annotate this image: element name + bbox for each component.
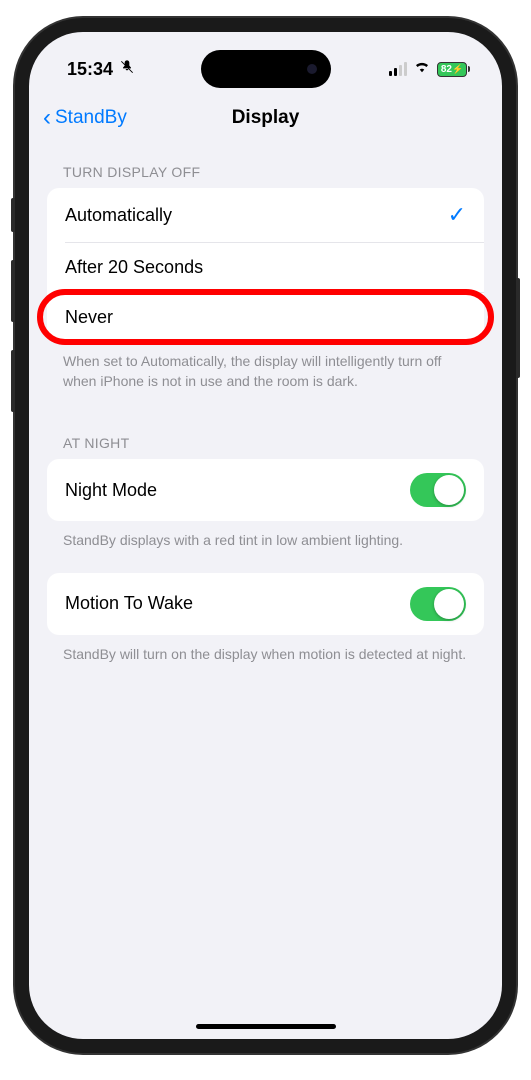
back-label: StandBy [55, 107, 127, 129]
wifi-icon [413, 60, 431, 79]
motion-to-wake-row[interactable]: Motion To Wake [47, 573, 484, 635]
battery-indicator: 82⚡ [437, 62, 470, 77]
volume-down-button [11, 350, 15, 412]
charging-icon: ⚡ [452, 64, 463, 75]
back-button[interactable]: ‹ StandBy [43, 106, 127, 130]
section-header-at-night: AT NIGHT [47, 413, 484, 459]
motion-footer: StandBy will turn on the display when mo… [47, 635, 484, 665]
night-mode-row[interactable]: Night Mode [47, 459, 484, 521]
page-title: Display [232, 107, 300, 129]
option-after-20-seconds[interactable]: After 20 Seconds [47, 242, 484, 292]
screen: 15:34 82⚡ [29, 32, 502, 1039]
power-button [516, 278, 520, 378]
turn-off-footer: When set to Automatically, the display w… [47, 342, 484, 391]
checkmark-icon: ✓ [448, 202, 466, 228]
dynamic-island [201, 50, 331, 88]
section-header-turn-off: TURN DISPLAY OFF [47, 142, 484, 188]
phone-frame: 15:34 82⚡ [15, 18, 516, 1053]
night-group: Night Mode [47, 459, 484, 521]
navigation-bar: ‹ StandBy Display [29, 94, 502, 142]
night-footer: StandBy displays with a red tint in low … [47, 521, 484, 551]
cellular-signal-icon [389, 62, 407, 76]
home-indicator[interactable] [196, 1024, 336, 1029]
battery-percentage: 82 [441, 64, 452, 75]
mute-switch [11, 198, 15, 232]
status-time: 15:34 [67, 59, 113, 80]
chevron-left-icon: ‹ [43, 106, 51, 130]
silent-mode-icon [119, 59, 135, 80]
volume-up-button [11, 260, 15, 322]
motion-group: Motion To Wake [47, 573, 484, 635]
option-automatically[interactable]: Automatically ✓ [47, 188, 484, 242]
motion-to-wake-toggle[interactable] [410, 587, 466, 621]
option-never[interactable]: Never [47, 292, 484, 342]
night-mode-toggle[interactable] [410, 473, 466, 507]
turn-off-options-group: Automatically ✓ After 20 Seconds Never [47, 188, 484, 342]
